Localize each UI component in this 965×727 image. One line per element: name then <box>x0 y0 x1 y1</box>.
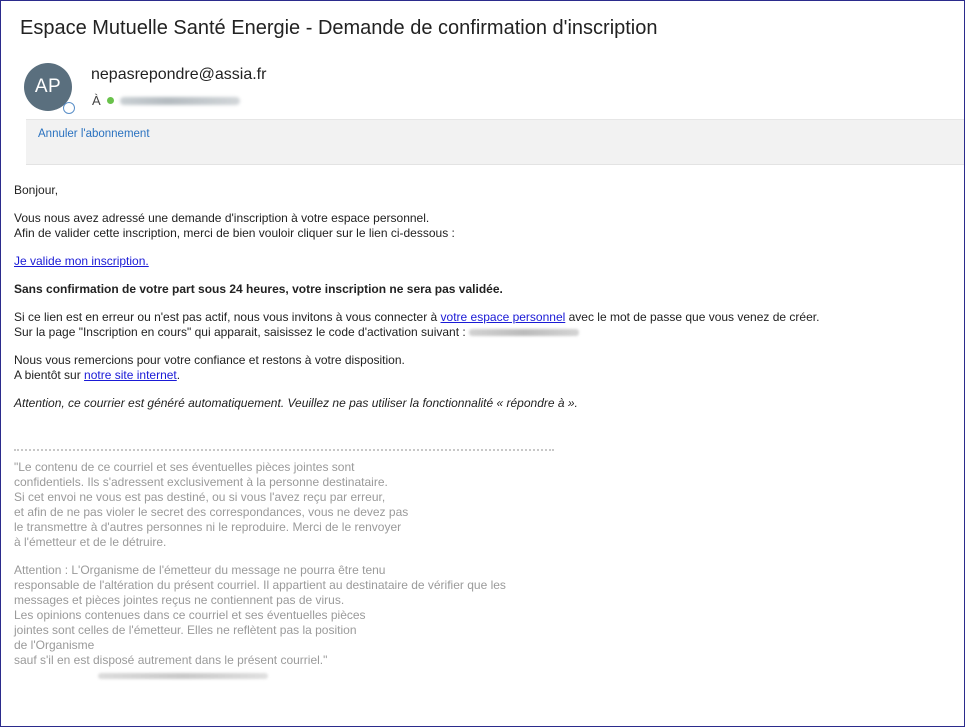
thanks-line-2-suffix: . <box>176 368 181 382</box>
separator-line <box>14 449 554 452</box>
activation-line-text: Sur la page "Inscription en cours" qui a… <box>14 325 470 339</box>
disclaimer-line: à l'émetteur et de le détruire. <box>14 535 167 549</box>
error-line-prefix: Si ce lien est en erreur ou n'est pas ac… <box>14 310 441 324</box>
disclaimer-line: Si cet envoi ne vous est pas destiné, ou… <box>14 490 386 504</box>
email-subject: Espace Mutuelle Santé Energie - Demande … <box>20 17 658 39</box>
recipient-redacted[interactable] <box>119 96 240 105</box>
disclaimer-line: et afin de ne pas violer le secret des c… <box>14 505 409 519</box>
auto-generated-notice: Attention, ce courrier est généré automa… <box>14 396 578 410</box>
disclaimer-line: responsable de l'altération du présent c… <box>14 578 506 592</box>
email-body: Bonjour, Vous nous avez adressé une dema… <box>14 183 954 683</box>
disclaimer-line: Attention : L'Organisme de l'émetteur du… <box>14 563 386 577</box>
thanks-line-1: Nous vous remercions pour votre confianc… <box>14 353 405 367</box>
disclaimer-line: Les opinions contenues dans ce courriel … <box>14 608 366 622</box>
activation-code-redacted <box>469 329 580 337</box>
sender-address[interactable]: nepasrepondre@assia.fr <box>91 66 266 84</box>
footer-redacted <box>98 672 268 679</box>
validate-registration-link[interactable]: Je valide mon inscription. <box>14 254 149 268</box>
disclaimer-line: de l'Organisme <box>14 638 95 652</box>
error-line-suffix: avec le mot de passe que vous venez de c… <box>565 310 820 324</box>
presence-status-icon <box>63 102 75 114</box>
activation-code-line: Sur la page "Inscription en cours" qui a… <box>14 325 954 340</box>
disclaimer-line: "Le contenu de ce courriel et ses éventu… <box>14 460 355 474</box>
disclaimer-line: sauf s'il en est disposé autrement dans … <box>14 653 328 667</box>
unsubscribe-link[interactable]: Annuler l'abonnement <box>38 128 150 140</box>
recipient-presence-icon <box>106 97 114 104</box>
greeting: Bonjour, <box>14 183 59 197</box>
disclaimer-line: le transmettre à d'autres personnes ni l… <box>14 520 402 534</box>
disclaimer-line: jointes sont celles de l'émetteur. Elles… <box>14 623 357 637</box>
legal-disclaimer: "Le contenu de ce courriel et ses éventu… <box>14 460 954 683</box>
to-label: À <box>92 93 101 108</box>
confirmation-warning: Sans confirmation de votre part sous 24 … <box>14 282 503 296</box>
error-instructions: Si ce lien est en erreur ou n'est pas ac… <box>14 310 954 325</box>
unsubscribe-bar: Annuler l'abonnement <box>26 119 964 165</box>
disclaimer-line: confidentiels. Ils s'adressent exclusive… <box>14 475 388 489</box>
thanks-line-2: A bientôt sur notre site internet. <box>14 368 954 383</box>
recipient-line: À <box>92 93 240 108</box>
personal-space-link[interactable]: votre espace personnel <box>441 310 566 324</box>
intro-line-1: Vous nous avez adressé une demande d'ins… <box>14 211 430 225</box>
intro-line-2: Afin de valider cette inscription, merci… <box>14 226 455 240</box>
disclaimer-line: messages et pièces jointes reçus ne cont… <box>14 593 345 607</box>
thanks-line-2-prefix: A bientôt sur <box>14 368 85 382</box>
website-link[interactable]: notre site internet <box>84 368 177 382</box>
email-reading-pane: Espace Mutuelle Santé Energie - Demande … <box>0 0 965 727</box>
avatar-initials: AP <box>34 76 62 97</box>
